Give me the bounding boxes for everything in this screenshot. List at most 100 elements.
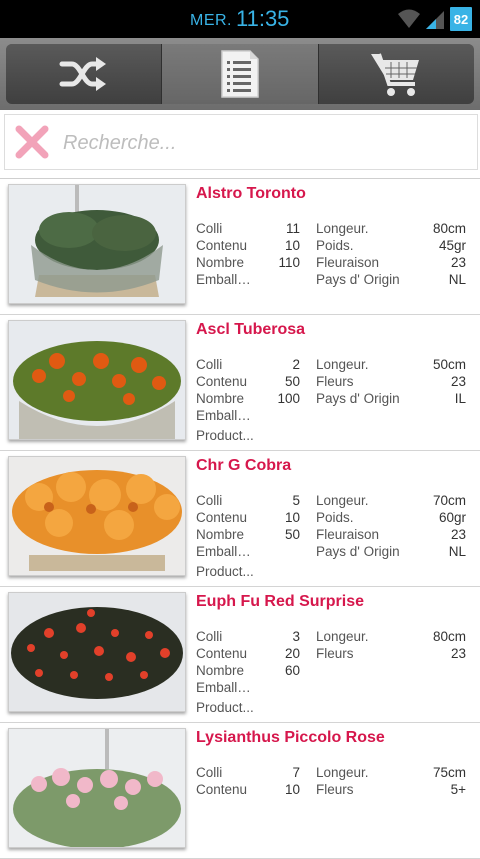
- tab-bar: [6, 44, 474, 104]
- origin-value: NL: [448, 272, 466, 287]
- longeur-value: 80cm: [432, 221, 466, 236]
- colli-label: Colli: [196, 357, 223, 372]
- clear-search-icon[interactable]: [15, 125, 49, 159]
- contenu-value: 20: [284, 646, 300, 661]
- product-item[interactable]: Ascl Tuberosa Colli 2 Contenu 50 Nombre …: [0, 315, 480, 451]
- product-title: Euph Fu Red Surprise: [196, 593, 365, 610]
- fleuraison-label: Fleuraison: [316, 255, 380, 270]
- cart-icon: [371, 53, 420, 96]
- contenu-label: Contenu: [196, 238, 248, 253]
- origin-value: NL: [448, 544, 466, 559]
- signal-icon: [426, 11, 444, 29]
- fleuraison-value: 23: [450, 527, 466, 542]
- product-label: Product...: [196, 700, 254, 715]
- nombre-value: 60: [284, 663, 300, 678]
- product-item[interactable]: Chr G Cobra Colli 5 Contenu 10 Nombre 50…: [0, 451, 480, 587]
- colli-value: 3: [292, 629, 300, 644]
- tab-list[interactable]: [162, 44, 319, 104]
- fleurs-label: Fleurs: [316, 646, 354, 661]
- product-item[interactable]: Lysianthus Piccolo Rose Colli 7 Contenu …: [0, 723, 480, 859]
- product-list: Alstro Toronto Colli 11 Contenu 10 Nombr…: [0, 178, 480, 859]
- colli-label: Colli: [196, 629, 223, 644]
- product-image-alstro: [8, 184, 186, 304]
- status-day: MER.: [190, 12, 232, 29]
- fleurs-value: 5+: [450, 782, 466, 797]
- search-bar: [4, 114, 478, 170]
- contenu-label: Contenu: [196, 782, 248, 797]
- colli-label: Colli: [196, 493, 223, 508]
- longeur-label: Longeur.: [316, 221, 369, 236]
- fleuraison-value: 23: [450, 255, 466, 270]
- emballage-label: Emballage: [196, 544, 256, 559]
- nombre-value: 100: [277, 391, 300, 406]
- product-title: Alstro Toronto: [196, 185, 306, 202]
- origin-label: Pays d' Origin: [316, 272, 400, 287]
- longeur-value: 50cm: [432, 357, 466, 372]
- fleurs-label: Fleurs: [316, 782, 354, 797]
- colli-label: Colli: [196, 765, 223, 780]
- product-label: Product...: [196, 564, 254, 579]
- status-icons: 82: [398, 6, 472, 32]
- nombre-label: Nombre: [196, 391, 245, 406]
- nombre-value: 50: [284, 527, 300, 542]
- product-item[interactable]: Euph Fu Red Surprise Colli 3 Contenu 20 …: [0, 587, 480, 723]
- product-image-chrysanthemum: [8, 456, 186, 576]
- search-input[interactable]: [61, 123, 465, 163]
- contenu-value: 50: [284, 374, 300, 389]
- nombre-label: Nombre: [196, 255, 245, 270]
- colli-value: 7: [292, 765, 300, 780]
- tab-cart[interactable]: [318, 44, 474, 104]
- tab-shuffle[interactable]: [6, 44, 163, 104]
- origin-value: IL: [454, 391, 466, 406]
- origin-label: Pays d' Origin: [316, 544, 400, 559]
- fleurs-value: 23: [450, 374, 466, 389]
- longeur-label: Longeur.: [316, 765, 369, 780]
- poids-label: Poids.: [316, 510, 354, 525]
- longeur-label: Longeur.: [316, 493, 369, 508]
- fleurs-label: Fleurs: [316, 374, 354, 389]
- contenu-label: Contenu: [196, 646, 248, 661]
- contenu-label: Contenu: [196, 374, 248, 389]
- list-icon: [221, 50, 259, 98]
- fleuraison-label: Fleuraison: [316, 527, 380, 542]
- contenu-value: 10: [284, 238, 300, 253]
- longeur-value: 80cm: [432, 629, 466, 644]
- nombre-value: 110: [278, 255, 300, 270]
- longeur-label: Longeur.: [316, 629, 369, 644]
- emballage-label: Emballage: [196, 272, 256, 287]
- battery-level: 82: [453, 11, 469, 27]
- status-bar: MER. 11:35 82: [0, 0, 480, 38]
- nombre-label: Nombre: [196, 527, 245, 542]
- poids-value: 45gr: [438, 238, 466, 253]
- colli-value: 11: [285, 221, 300, 236]
- wifi-icon: [398, 9, 420, 28]
- emballage-label: Emballage: [196, 408, 256, 423]
- battery-icon: 82: [450, 7, 472, 31]
- origin-label: Pays d' Origin: [316, 391, 400, 406]
- product-title: Ascl Tuberosa: [196, 321, 306, 338]
- contenu-value: 10: [284, 510, 300, 525]
- poids-label: Poids.: [316, 238, 354, 253]
- product-label: Product...: [196, 428, 254, 443]
- colli-value: 2: [292, 357, 300, 372]
- product-title: Lysianthus Piccolo Rose: [196, 729, 385, 746]
- product-image-lysianthus: [8, 728, 186, 848]
- colli-label: Colli: [196, 221, 223, 236]
- product-image-euphorbia: [8, 592, 186, 712]
- toolbar: [0, 38, 480, 110]
- status-time: 11:35: [236, 6, 290, 31]
- contenu-label: Contenu: [196, 510, 248, 525]
- product-title: Chr G Cobra: [196, 457, 292, 474]
- shuffle-icon: [59, 57, 106, 91]
- contenu-value: 10: [284, 782, 300, 797]
- nombre-label: Nombre: [196, 663, 245, 678]
- product-image-asclepias: [8, 320, 186, 440]
- colli-value: 5: [292, 493, 300, 508]
- longeur-value: 70cm: [432, 493, 466, 508]
- longeur-label: Longeur.: [316, 357, 369, 372]
- poids-value: 60gr: [438, 510, 466, 525]
- longeur-value: 75cm: [432, 765, 466, 780]
- emballage-label: Emballage: [196, 680, 256, 695]
- fleurs-value: 23: [450, 646, 466, 661]
- product-item[interactable]: Alstro Toronto Colli 11 Contenu 10 Nombr…: [0, 179, 480, 315]
